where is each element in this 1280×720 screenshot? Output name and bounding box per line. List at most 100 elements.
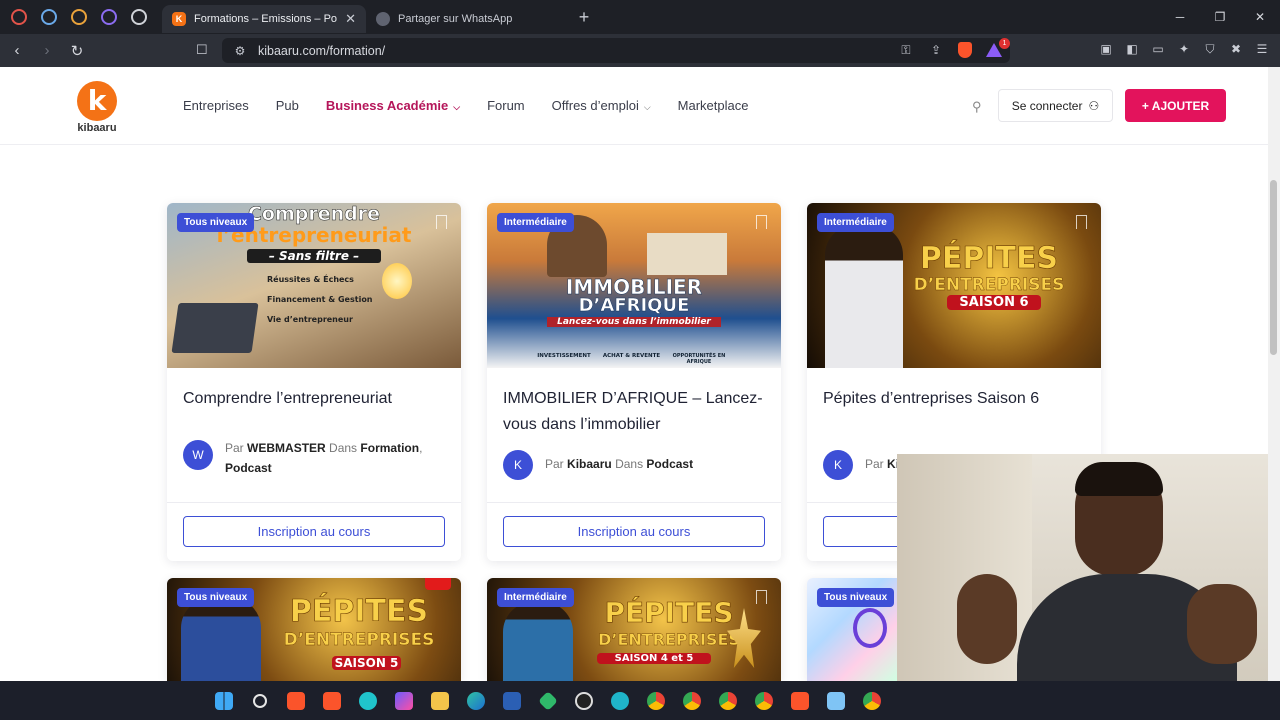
enroll-button[interactable]: Inscription au cours bbox=[183, 516, 445, 547]
tab-title: Partager sur WhatsApp bbox=[398, 13, 513, 25]
category-link[interactable]: Formation bbox=[360, 441, 419, 455]
in-label: Dans bbox=[615, 457, 644, 471]
level-badge: Intermédiaire bbox=[817, 213, 894, 232]
enroll-button[interactable]: Inscription au cours bbox=[503, 516, 765, 547]
reload-icon[interactable]: ↻ bbox=[64, 38, 90, 64]
close-window-icon[interactable]: ✕ bbox=[1240, 0, 1280, 34]
sidebar-icon[interactable]: ◧ bbox=[1124, 41, 1140, 57]
banner-text: SAISON 6 bbox=[947, 295, 1041, 310]
course-title[interactable]: IMMOBILIER D’AFRIQUE – Lancez-vous dans … bbox=[503, 386, 765, 438]
app-icon-green[interactable] bbox=[534, 687, 562, 715]
password-key-icon[interactable]: ⚿ bbox=[898, 42, 914, 58]
course-card[interactable]: Comprendre l’entrepreneuriat – Sans filt… bbox=[167, 203, 461, 561]
file-explorer-icon[interactable] bbox=[426, 687, 454, 715]
brave-app-icon[interactable] bbox=[318, 687, 346, 715]
bookmark-icon[interactable] bbox=[756, 590, 767, 604]
page-scrollbar[interactable] bbox=[1268, 67, 1280, 681]
canva-icon[interactable] bbox=[354, 687, 382, 715]
windows-start-icon[interactable] bbox=[210, 687, 238, 715]
course-thumbnail[interactable]: Tous niveaux bbox=[807, 578, 897, 681]
pinned-tab-5[interactable] bbox=[126, 4, 152, 30]
new-tab-button[interactable]: + bbox=[572, 7, 596, 28]
tab-formations[interactable]: K Formations – Emissions – Podcast ✕ bbox=[162, 5, 366, 33]
obs-icon[interactable] bbox=[570, 687, 598, 715]
course-card[interactable]: PÉPITES D’ENTREPRISES SAISON 5 Tous nive… bbox=[167, 578, 461, 681]
course-title[interactable]: Comprendre l’entrepreneuriat bbox=[183, 386, 445, 438]
course-card[interactable]: PÉPITES D’ENTREPRISES SAISON 4 et 5 Inte… bbox=[487, 578, 781, 681]
search-icon[interactable] bbox=[246, 687, 274, 715]
banner-text: PÉPITES bbox=[919, 241, 1059, 277]
course-thumbnail[interactable]: IMMOBILIER D’AFRIQUE Lancez-vous dans l’… bbox=[487, 203, 781, 368]
laptop-illustration bbox=[171, 303, 259, 353]
notepad-icon[interactable] bbox=[822, 687, 850, 715]
site-settings-icon[interactable]: ⚙ bbox=[232, 43, 248, 59]
minimize-icon[interactable]: ─ bbox=[1160, 0, 1200, 34]
course-thumbnail[interactable]: PÉPITES D’ENTREPRISES SAISON 5 Tous nive… bbox=[167, 578, 461, 681]
reader-mode-icon[interactable]: ▣ bbox=[1098, 41, 1114, 57]
restore-icon[interactable]: ❐ bbox=[1200, 0, 1240, 34]
course-card[interactable]: Tous niveaux bbox=[807, 578, 897, 681]
back-icon[interactable]: ‹ bbox=[4, 38, 30, 64]
chrome-icon[interactable] bbox=[678, 687, 706, 715]
pinned-tab-2[interactable] bbox=[36, 4, 62, 30]
nav-item-pub[interactable]: Pub bbox=[276, 98, 299, 113]
bookmark-icon[interactable] bbox=[1076, 215, 1087, 229]
course-title[interactable]: Pépites d’entreprises Saison 6 bbox=[823, 386, 1085, 438]
brave-shields-icon[interactable] bbox=[958, 42, 972, 58]
category-link[interactable]: Podcast bbox=[646, 457, 693, 471]
card-divider bbox=[167, 502, 461, 503]
nav-item-business-academie[interactable]: Business Académie ⌵ bbox=[326, 98, 460, 113]
category-link[interactable]: Podcast bbox=[225, 461, 272, 475]
brave-rewards-icon[interactable]: 1 bbox=[986, 38, 1010, 57]
banner-text: Lancez-vous dans l’immobilier bbox=[547, 317, 721, 327]
menu-icon[interactable]: ☰ bbox=[1254, 41, 1270, 57]
window-controls: ─ ❐ ✕ bbox=[1160, 0, 1280, 34]
share-icon[interactable]: ⇪ bbox=[928, 42, 944, 58]
kibaaru-favicon-icon: K bbox=[172, 12, 186, 26]
address-bar[interactable]: ⚙ kibaaru.com/formation/ ⚿ ⇪ 1 bbox=[222, 38, 1010, 63]
pinned-tab-3[interactable] bbox=[66, 4, 92, 30]
bookmark-icon[interactable] bbox=[436, 215, 447, 229]
pinned-tab-4[interactable] bbox=[96, 4, 122, 30]
word-icon[interactable] bbox=[498, 687, 526, 715]
brave-app-icon[interactable] bbox=[786, 687, 814, 715]
author-link[interactable]: WEBMASTER bbox=[247, 441, 326, 455]
chrome-icon[interactable] bbox=[750, 687, 778, 715]
extension-icon[interactable]: ✖ bbox=[1228, 41, 1244, 57]
nav-item-marketplace[interactable]: Marketplace bbox=[678, 98, 749, 113]
avatar: K bbox=[823, 450, 853, 480]
pinned-tab-1[interactable] bbox=[6, 4, 32, 30]
browser-tab-bar: K Formations – Emissions – Podcast ✕ Par… bbox=[0, 0, 1280, 34]
app-icon-teal[interactable] bbox=[606, 687, 634, 715]
user-icon: ⚇ bbox=[1088, 98, 1100, 113]
scrollbar-thumb[interactable] bbox=[1270, 180, 1277, 355]
course-thumbnail[interactable]: PÉPITES D’ENTREPRISES SAISON 6 Intermédi… bbox=[807, 203, 1101, 368]
wallet-icon[interactable]: ▭ bbox=[1150, 41, 1166, 57]
copilot-icon[interactable] bbox=[390, 687, 418, 715]
edge-icon[interactable] bbox=[462, 687, 490, 715]
kibaaru-logo[interactable]: k kibaaru bbox=[76, 81, 118, 134]
brave-app-icon[interactable] bbox=[282, 687, 310, 715]
nav-item-entreprises[interactable]: Entreprises bbox=[183, 98, 249, 113]
bookmark-icon[interactable] bbox=[756, 215, 767, 229]
forward-icon[interactable]: › bbox=[34, 38, 60, 64]
nav-item-forum[interactable]: Forum bbox=[487, 98, 525, 113]
tab-whatsapp[interactable]: Partager sur WhatsApp bbox=[366, 5, 566, 33]
close-tab-icon[interactable]: ✕ bbox=[345, 11, 356, 27]
by-label: Par bbox=[545, 457, 564, 471]
leo-ai-icon[interactable]: ✦ bbox=[1176, 41, 1192, 57]
chrome-icon[interactable] bbox=[714, 687, 742, 715]
login-button[interactable]: Se connecter ⚇ bbox=[998, 89, 1113, 122]
add-button[interactable]: + AJOUTER bbox=[1125, 89, 1226, 122]
course-thumbnail[interactable]: Comprendre l’entrepreneuriat – Sans filt… bbox=[167, 203, 461, 368]
nav-item-offres-emploi[interactable]: Offres d’emploi ⌵ bbox=[552, 98, 651, 113]
bookmark-icon[interactable]: ☐ bbox=[196, 42, 208, 58]
course-author: W Par WEBMASTER Dans Formation, Podcast bbox=[183, 438, 445, 486]
vpn-icon[interactable]: ⛉ bbox=[1202, 41, 1218, 57]
author-link[interactable]: Kibaaru bbox=[567, 457, 612, 471]
chrome-icon[interactable] bbox=[858, 687, 886, 715]
course-thumbnail[interactable]: PÉPITES D’ENTREPRISES SAISON 4 et 5 Inte… bbox=[487, 578, 781, 681]
course-card[interactable]: IMMOBILIER D’AFRIQUE Lancez-vous dans l’… bbox=[487, 203, 781, 561]
chrome-icon[interactable] bbox=[642, 687, 670, 715]
search-icon[interactable]: ⚲ bbox=[972, 99, 982, 115]
